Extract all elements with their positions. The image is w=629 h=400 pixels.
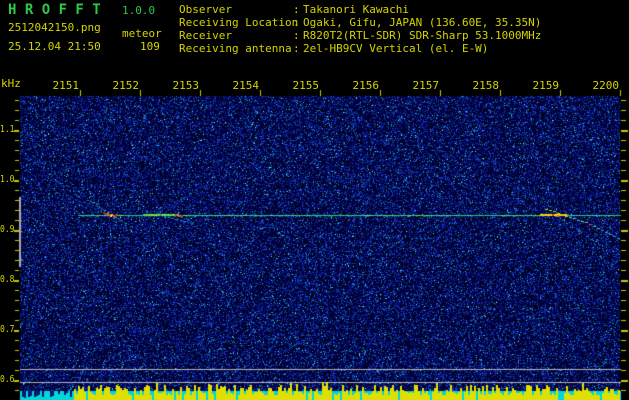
y-tick-label: 1.0 xyxy=(0,174,15,185)
x-tick-label: 2159 xyxy=(532,79,560,92)
y-tick-label: 0.7 xyxy=(0,324,15,335)
x-tick-label: 2153 xyxy=(172,79,200,92)
x-tick-label: 2151 xyxy=(52,79,80,92)
x-tick-label: 2154 xyxy=(232,79,260,92)
y-tick-label: 0.6 xyxy=(0,374,15,385)
station-value: Ogaki, Gifu, JAPAN (136.60E, 35.35N) xyxy=(303,16,542,29)
x-tick-label: 2156 xyxy=(352,79,380,92)
mode-label: meteor xyxy=(122,27,162,40)
x-tick-label: 2158 xyxy=(472,79,500,92)
colon-separator: : xyxy=(293,3,300,16)
y-tick-label: 0.9 xyxy=(0,224,15,235)
station-row: Receiving Location: Ogaki, Gifu, JAPAN (1… xyxy=(179,16,541,29)
colon-separator: : xyxy=(293,29,300,42)
station-label: Receiving Location xyxy=(179,16,299,29)
station-row: Receiver: R820T2(RTL-SDR) SDR-Sharp 53.10… xyxy=(179,29,541,42)
station-label: Receiving antenna xyxy=(179,42,292,55)
app-title: H R O F F T xyxy=(8,2,101,18)
khz-axis-unit: kHz xyxy=(1,77,21,90)
x-tick-label: 2152 xyxy=(112,79,140,92)
station-row: Receiving antenna:2el-HB9CV Vertical (el… xyxy=(179,42,541,55)
station-label: Receiver xyxy=(179,29,232,42)
x-tick-label: 2155 xyxy=(292,79,320,92)
station-value: R820T2(RTL-SDR) SDR-Sharp 53.1000MHz xyxy=(303,29,542,42)
meteor-count: 109 xyxy=(140,40,160,53)
colon-separator: : xyxy=(293,16,300,29)
station-info: Observer: Takanori Kawachi Receiving Locat… xyxy=(179,3,541,55)
spectrogram-canvas xyxy=(0,0,629,400)
x-tick-label: 2157 xyxy=(412,79,440,92)
x-tick-label: 2200 xyxy=(592,79,620,92)
station-value: 2el-HB9CV Vertical (el. E-W) xyxy=(303,42,489,55)
y-tick-label: 1.1 xyxy=(0,124,15,135)
station-value: Takanori Kawachi xyxy=(303,3,409,16)
y-tick-label: 0.8 xyxy=(0,274,15,285)
colon-separator: : xyxy=(293,42,300,55)
file-name: 2512042150.png xyxy=(8,21,101,34)
app-version: 1.0.0 xyxy=(122,4,156,17)
station-label: Observer xyxy=(179,3,232,16)
station-row: Observer: Takanori Kawachi xyxy=(179,3,541,16)
datetime-label: 25.12.04 21:50 xyxy=(8,40,101,53)
